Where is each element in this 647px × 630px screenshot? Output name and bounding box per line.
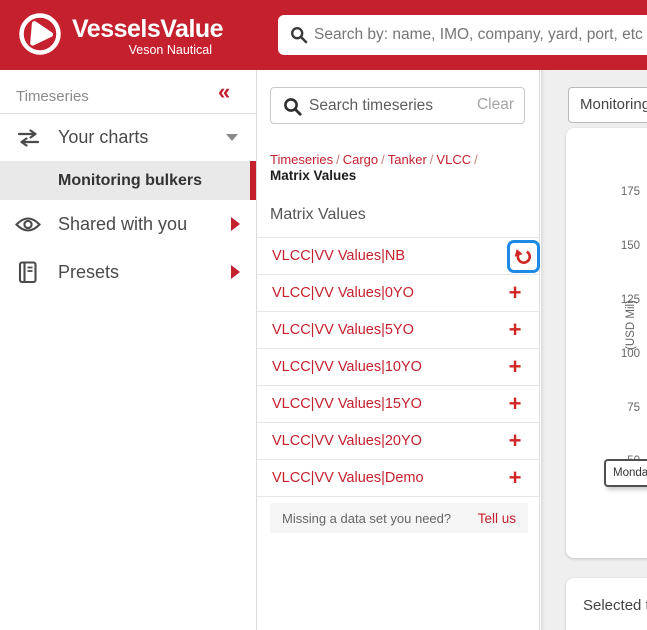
vesselsvalue-logo[interactable] xyxy=(18,12,62,56)
sidebar: Timeseries « Your charts Monitoring bulk… xyxy=(0,70,257,630)
sidebar-item-label: Your charts xyxy=(58,127,149,147)
timeseries-row: VLCC|VV Values|Demo + xyxy=(257,460,539,497)
timeseries-link[interactable]: VLCC|VV Values|Demo xyxy=(272,470,504,486)
breadcrumb-link-vlcc[interactable]: VLCC xyxy=(436,152,471,167)
undo-icon xyxy=(514,248,532,264)
sidebar-title: Timeseries xyxy=(16,88,89,105)
timeseries-row: VLCC|VV Values|0YO + xyxy=(257,275,539,312)
collapse-chevrons-icon: « xyxy=(218,79,230,104)
timeseries-link[interactable]: VLCC|VV Values|5YO xyxy=(272,322,504,338)
timeseries-search-input[interactable] xyxy=(309,88,469,123)
plus-icon: + xyxy=(508,280,522,305)
search-icon xyxy=(290,26,308,44)
breadcrumb-link-tanker[interactable]: Tanker xyxy=(388,152,427,167)
brand-subtitle: Veson Nautical xyxy=(128,43,212,57)
search-icon xyxy=(284,98,302,116)
add-timeseries-button[interactable]: + xyxy=(504,317,526,342)
selected-timeseries-card: Selected t xyxy=(566,578,647,630)
active-indicator xyxy=(250,161,256,200)
eye-icon xyxy=(14,215,42,239)
section-title: Matrix Values xyxy=(270,206,366,223)
y-axis-tick: 175 xyxy=(620,186,640,198)
missing-dataset-text: Missing a data set you need? xyxy=(282,510,452,526)
sidebar-item-label: Monitoring bulkers xyxy=(58,171,202,189)
breadcrumb-separator: / xyxy=(474,152,478,167)
app-root: VesselsValue Veson Nautical Timeseries « xyxy=(0,0,647,630)
chevron-right-icon xyxy=(231,265,240,279)
timeseries-panel: Clear Timeseries/Cargo/Tanker/VLCC/ Matr… xyxy=(257,70,540,630)
breadcrumb-separator: / xyxy=(429,152,434,167)
global-search-input[interactable] xyxy=(314,15,644,55)
sidebar-item-label: Shared with you xyxy=(58,213,188,234)
sidebar-item-shared-with-you[interactable]: Shared with you xyxy=(0,200,256,248)
timeseries-link[interactable]: VLCC|VV Values|15YO xyxy=(272,396,504,412)
brand-block: VesselsValue Veson Nautical xyxy=(72,15,224,57)
timeseries-row: VLCC|VV Values|5YO + xyxy=(257,312,539,349)
clear-button[interactable]: Clear xyxy=(477,96,514,114)
chevron-down-icon xyxy=(226,134,238,141)
swap-arrows-icon xyxy=(16,129,41,152)
timeseries-row: VLCC|VV Values|15YO + xyxy=(257,386,539,423)
y-axis-tick: 75 xyxy=(627,402,640,414)
add-timeseries-button[interactable]: + xyxy=(504,354,526,379)
y-axis-label: (USD Mil) xyxy=(625,300,637,350)
add-timeseries-button[interactable]: + xyxy=(504,280,526,305)
sidebar-item-monitoring-bulkers[interactable]: Monitoring bulkers xyxy=(0,161,256,200)
tell-us-link[interactable]: Tell us xyxy=(478,511,516,526)
add-timeseries-button[interactable]: + xyxy=(504,391,526,416)
collapse-sidebar-button[interactable]: « xyxy=(218,79,230,104)
selected-timeseries-title: Selected t xyxy=(583,597,647,614)
chevron-right-icon xyxy=(231,217,240,231)
brand-name: VesselsValue xyxy=(72,15,224,43)
plus-icon: + xyxy=(508,317,522,342)
timeseries-search: Clear xyxy=(270,87,525,124)
timeseries-link[interactable]: VLCC|VV Values|NB xyxy=(272,248,507,264)
breadcrumb-separator: / xyxy=(381,152,385,167)
book-icon xyxy=(17,260,39,290)
timeseries-row: VLCC|VV Values|10YO + xyxy=(257,349,539,386)
plus-icon: + xyxy=(508,428,522,453)
timeseries-link[interactable]: VLCC|VV Values|10YO xyxy=(272,359,504,375)
chart-tooltip: Monda xyxy=(604,459,647,487)
timeseries-link[interactable]: VLCC|VV Values|0YO xyxy=(272,285,504,301)
add-timeseries-button[interactable]: + xyxy=(504,465,526,490)
undo-add-button[interactable] xyxy=(507,239,540,273)
vesselsvalue-logo-icon xyxy=(19,13,61,55)
add-timeseries-button[interactable]: + xyxy=(504,428,526,453)
breadcrumb-link-timeseries[interactable]: Timeseries xyxy=(270,152,333,167)
sidebar-item-your-charts[interactable]: Your charts xyxy=(0,114,256,161)
chart-card: 175 150 125 100 75 50 (USD Mil) Monda xyxy=(566,128,647,558)
app-header: VesselsValue Veson Nautical xyxy=(0,0,647,70)
timeseries-row: VLCC|VV Values|20YO + xyxy=(257,423,539,460)
global-search xyxy=(278,15,647,55)
chart-panel: Monitoring 175 150 125 100 75 50 (USD Mi… xyxy=(541,70,647,630)
breadcrumb: Timeseries / Cargo / Tanker / VLCC / Matrix Val… xyxy=(270,152,532,183)
chart-selector[interactable]: Monitoring xyxy=(568,87,647,123)
sidebar-item-presets[interactable]: Presets xyxy=(0,248,256,296)
timeseries-link[interactable]: VLCC|VV Values|20YO xyxy=(272,433,504,449)
plus-icon: + xyxy=(508,465,522,490)
breadcrumb-current: Matrix Values xyxy=(270,168,357,183)
sidebar-item-label: Presets xyxy=(58,261,120,282)
plus-icon: + xyxy=(508,354,522,379)
breadcrumb-link-cargo[interactable]: Cargo xyxy=(343,152,378,167)
plus-icon: + xyxy=(508,391,522,416)
y-axis-tick: 150 xyxy=(620,240,640,252)
breadcrumb-separator: / xyxy=(336,152,340,167)
timeseries-row: VLCC|VV Values|NB xyxy=(257,238,540,275)
timeseries-list: VLCC|VV Values|NB VLCC|VV Values|0YO + V… xyxy=(257,237,540,497)
missing-dataset-note: Missing a data set you need? Tell us xyxy=(270,503,528,533)
